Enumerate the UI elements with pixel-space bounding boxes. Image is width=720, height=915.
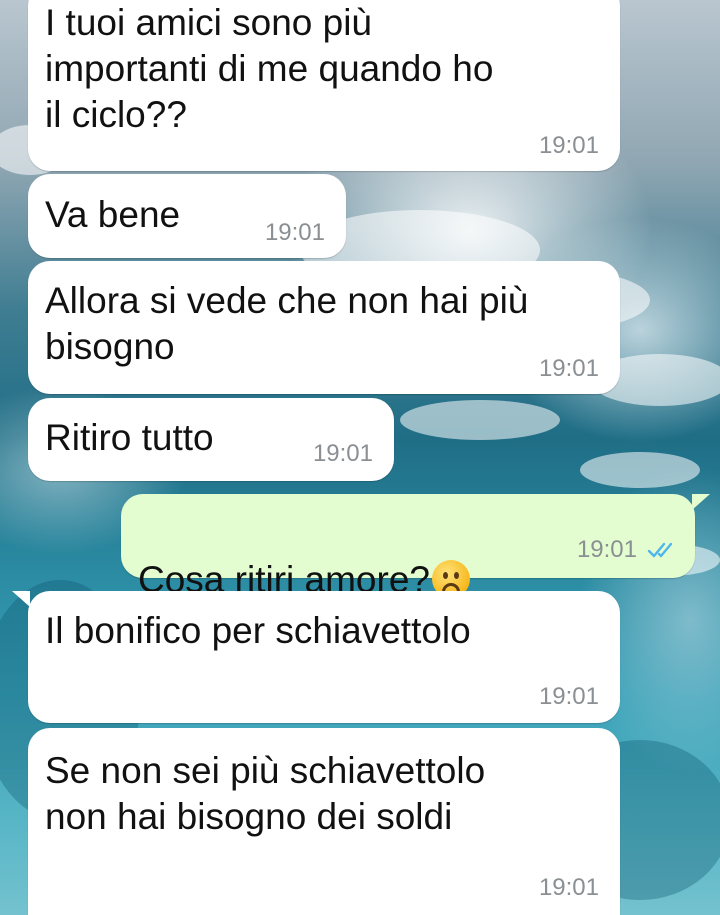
message-time: 19:01 [538,874,599,901]
message-bubble[interactable]: Va bene 19:01 [28,174,346,258]
message-time: 19:01 [264,219,325,246]
message-text: Cosa ritiri amore? [138,511,470,603]
message-bubble[interactable]: Ritiro tutto 19:01 [28,398,394,481]
bubble-tail [12,591,30,607]
message-bubble[interactable]: Se non sei più schiavettolo non hai biso… [28,728,620,915]
message-text: I tuoi amici sono più importanti di me q… [45,2,494,135]
message-time: 19:01 [538,683,599,710]
message-bubble-outgoing[interactable]: Cosa ritiri amore? 19:01 [121,494,695,600]
double-check-icon [647,542,673,558]
message-bubble[interactable]: Allora si vede che non hai più bisogno 1… [28,261,620,394]
message-bubble[interactable]: I tuoi amici sono più importanti di me q… [28,0,620,171]
message-time: 19:01 [538,355,599,382]
message-time: 19:01 [538,132,599,159]
message-bubble[interactable]: Il bonifico per schiavettolo 19:01 [28,591,620,723]
message-text: Va bene [45,194,181,235]
message-text: Se non sei più schiavettolo non hai biso… [45,750,486,837]
message-time: 19:01 [312,440,373,467]
message-text: Allora si vede che non hai più bisogno [45,280,529,367]
bubble-tail [692,494,710,510]
message-time: 19:01 [576,536,637,563]
message-text: Ritiro tutto [45,417,214,458]
message-text: Il bonifico per schiavettolo [45,610,471,651]
